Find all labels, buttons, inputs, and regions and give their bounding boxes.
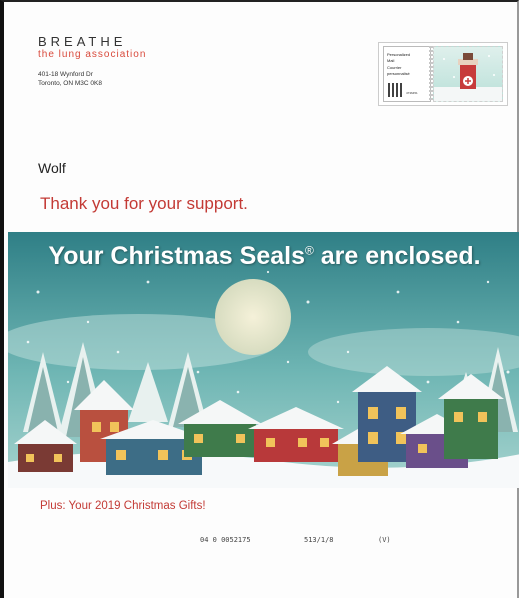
recipient-name: Wolf <box>38 160 66 176</box>
sender-tagline: the lung association <box>38 49 147 60</box>
headline-end: are enclosed. <box>320 242 481 270</box>
sender-name: BREATHE <box>38 34 127 49</box>
indicia-line: Courrier <box>387 65 402 70</box>
sender-address-line2: Toronto, ON M3C 0K8 <box>38 80 102 87</box>
qr-code-icon <box>388 83 402 97</box>
postage-area: Personalized Mail Courrier personnalisé … <box>378 42 508 106</box>
thank-you-message: Thank you for your support. <box>40 194 248 213</box>
registered-mark: ® <box>304 243 314 258</box>
indicia-line: Personalized <box>387 52 411 57</box>
headline: Your Christmas Seals® are enclosed. <box>12 242 517 271</box>
headline-text: Your Christmas Seals <box>48 242 305 270</box>
envelope: BREATHE the lung association 401-18 Wynf… <box>0 0 519 598</box>
mail-code-3: (V) <box>378 536 391 544</box>
gifts-message: Plus: Your 2019 Christmas Gifts! <box>40 500 206 512</box>
mail-code-2: 513/1/8 <box>304 536 334 544</box>
indicia-number: 4736451 <box>406 91 418 95</box>
indicia-line: personnalisé <box>387 71 410 76</box>
christmas-stamp-image <box>433 46 503 102</box>
postage-indicia: Personalized Mail Courrier personnalisé … <box>383 46 431 102</box>
indicia-line: Mail <box>387 58 395 63</box>
sender-address-line1: 401-18 Wynford Dr <box>38 71 93 78</box>
mail-code-1: 04 0 0052175 <box>200 536 251 544</box>
